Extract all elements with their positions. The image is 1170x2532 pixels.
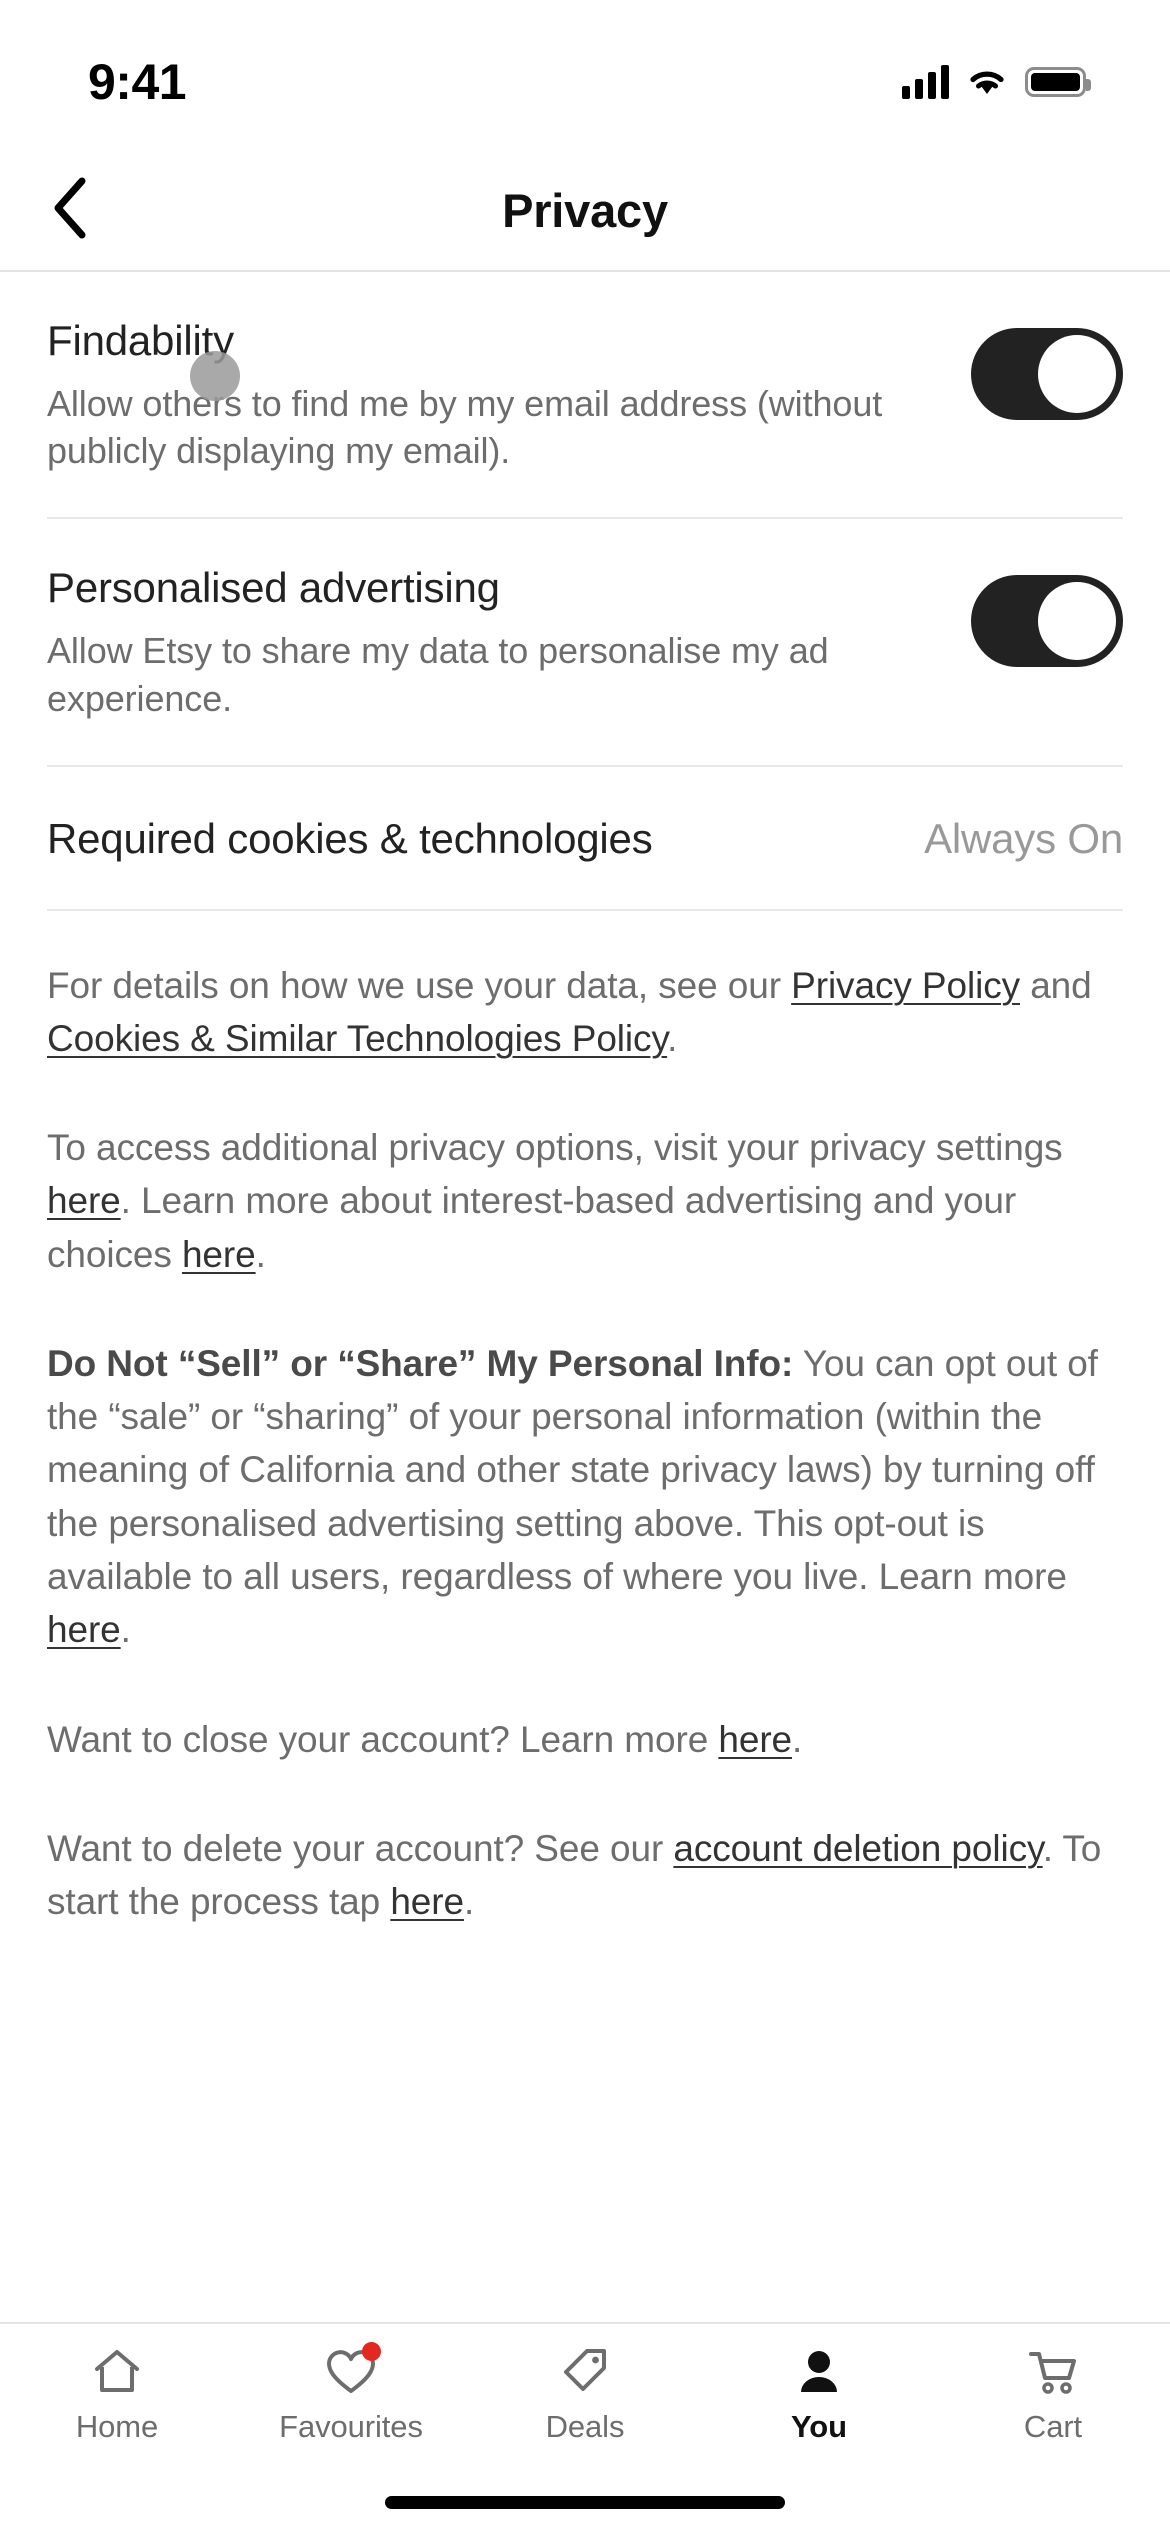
legal-text: .: [120, 1609, 131, 1651]
legal-text: To access additional privacy options, vi…: [47, 1127, 1063, 1169]
interest-based-ads-here-link[interactable]: here: [182, 1234, 256, 1275]
legal-text: Want to delete your account? See our: [47, 1827, 674, 1869]
status-bar-indicators: [902, 65, 1091, 99]
legal-text: Want to close your account? Learn more: [47, 1718, 719, 1760]
settings-content: Findability Allow others to find me by m…: [0, 272, 1170, 2322]
cookies-policy-link[interactable]: Cookies & Similar Technologies Policy: [47, 1018, 667, 1059]
required-cookies-status: Always On: [924, 814, 1123, 862]
tab-deals[interactable]: Deals: [468, 2344, 702, 2445]
status-bar-time: 9:41: [88, 54, 187, 110]
tab-label: Home: [75, 2409, 159, 2444]
do-not-sell-here-link[interactable]: here: [47, 1609, 121, 1650]
tab-label: Favourites: [279, 2409, 423, 2444]
person-icon: [791, 2344, 847, 2400]
tab-you[interactable]: You: [702, 2344, 936, 2445]
home-indicator-area: [0, 2472, 1170, 2532]
nav-header: Privacy: [0, 150, 1170, 272]
legal-paragraph-close-account: Want to close your account? Learn more h…: [47, 1713, 1123, 1766]
cart-icon: [1025, 2344, 1081, 2400]
do-not-sell-heading: Do Not “Sell” or “Share” My Personal Inf…: [47, 1342, 794, 1384]
legal-text: For details on how we use your data, see…: [47, 964, 792, 1006]
legal-paragraph-do-not-sell: Do Not “Sell” or “Share” My Personal Inf…: [47, 1337, 1123, 1657]
status-bar: 9:41: [0, 0, 1170, 150]
home-indicator[interactable]: [385, 2495, 785, 2509]
legal-text: .: [255, 1233, 266, 1275]
setting-row-findability: Findability Allow others to find me by m…: [47, 272, 1123, 520]
legal-paragraph-data-use: For details on how we use your data, see…: [47, 959, 1123, 1066]
page-title: Privacy: [502, 183, 668, 237]
notification-badge: [362, 2342, 381, 2361]
required-cookies-label: Required cookies & technologies: [47, 814, 653, 862]
toggle-knob: [1038, 335, 1116, 413]
tab-label: You: [791, 2409, 847, 2444]
tag-icon: [557, 2344, 613, 2400]
setting-row-required-cookies[interactable]: Required cookies & technologies Always O…: [47, 767, 1123, 911]
wifi-icon: [967, 67, 1007, 97]
battery-full-icon: [1025, 67, 1091, 97]
tab-home[interactable]: Home: [0, 2344, 234, 2445]
signal-bars-icon: [902, 65, 949, 99]
setting-description: Allow others to find me by my email addr…: [47, 382, 883, 472]
privacy-settings-screen: 9:41 Privacy Findability Allow others to…: [0, 0, 1170, 2532]
close-account-here-link[interactable]: here: [718, 1719, 792, 1760]
setting-title: Personalised advertising: [47, 564, 500, 612]
setting-title: Findability: [47, 317, 234, 364]
legal-text-block: For details on how we use your data, see…: [47, 911, 1123, 1929]
chevron-left-icon: [50, 176, 90, 245]
findability-toggle[interactable]: [971, 328, 1123, 420]
back-button[interactable]: [24, 164, 116, 256]
legal-paragraph-delete-account: Want to delete your account? See our acc…: [47, 1822, 1123, 1929]
privacy-settings-here-link[interactable]: here: [47, 1180, 121, 1221]
legal-text: .: [463, 1881, 475, 1923]
legal-paragraph-additional-options: To access additional privacy options, vi…: [47, 1121, 1123, 1281]
account-deletion-policy-link[interactable]: account deletion policy: [673, 1828, 1042, 1869]
delete-account-here-link[interactable]: here: [390, 1881, 464, 1922]
legal-text: and: [1020, 964, 1092, 1006]
tab-favourites[interactable]: Favourites: [234, 2342, 468, 2445]
heart-icon: [323, 2342, 381, 2400]
setting-description: Allow Etsy to share my data to personali…: [47, 629, 829, 719]
tab-cart[interactable]: Cart: [936, 2344, 1170, 2445]
home-icon: [89, 2344, 145, 2400]
legal-text: .: [792, 1718, 803, 1760]
setting-text-group: Personalised advertising Allow Etsy to s…: [47, 563, 917, 722]
setting-row-personalised-advertising: Personalised advertising Allow Etsy to s…: [47, 519, 1123, 767]
toggle-knob: [1038, 582, 1116, 661]
legal-text: .: [667, 1017, 678, 1059]
tab-label: Cart: [1023, 2409, 1083, 2444]
setting-text-group: Findability Allow others to find me by m…: [47, 316, 917, 475]
tab-label: Deals: [545, 2409, 625, 2444]
bottom-tab-bar: Home Favourites Deals You Cart: [0, 2322, 1170, 2472]
personalised-advertising-toggle[interactable]: [971, 575, 1123, 668]
privacy-policy-link[interactable]: Privacy Policy: [791, 965, 1020, 1006]
